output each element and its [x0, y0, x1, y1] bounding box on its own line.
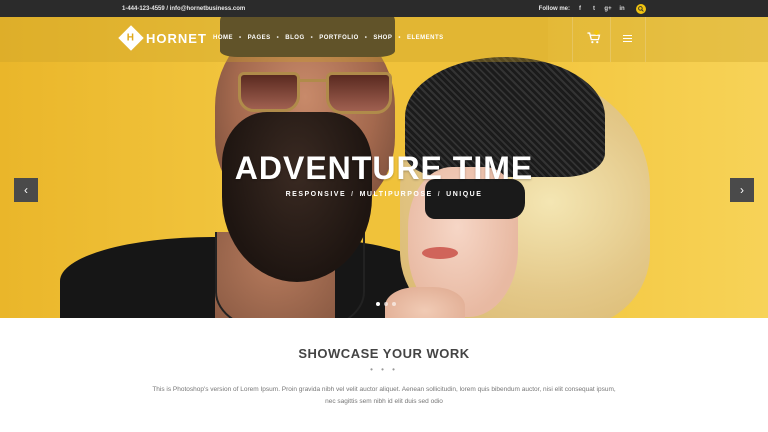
page: 1-444-123-4559 / info@hornetbusiness.com… [0, 0, 768, 432]
nav-item-blog[interactable]: BLOG [285, 35, 304, 41]
follow-label: Follow me: [538, 5, 570, 12]
nav-item-home[interactable]: HOME [213, 35, 233, 41]
social-bar: Follow me: f t g+ in [538, 3, 646, 14]
nav-menu: HOME • PAGES • BLOG • PORTFOLIO • SHOP •… [213, 35, 444, 41]
contact-info: 1-444-123-4559 / info@hornetbusiness.com [122, 5, 246, 12]
twitter-icon[interactable]: t [590, 5, 598, 13]
section-divider: • • • [370, 365, 398, 374]
cart-badge [594, 30, 599, 35]
hero-title: ADVENTURE TIME [234, 150, 534, 186]
hero-subtitle: RESPONSIVE / MULTIPURPOSE / UNIQUE [285, 191, 483, 198]
search-button[interactable] [636, 3, 646, 14]
nav-item-shop[interactable]: SHOP [373, 35, 392, 41]
search-icon [638, 5, 644, 12]
google-plus-icon[interactable]: g+ [604, 5, 612, 13]
main-navbar: H HORNET HOME • PAGES • BLOG • PORTFOLIO… [0, 17, 768, 62]
logo-mark-icon: H [118, 25, 144, 51]
logo[interactable]: H HORNET [118, 25, 207, 51]
logo-text: HORNET [146, 30, 207, 46]
slider-pagination [376, 302, 396, 306]
slider-dot[interactable] [392, 302, 396, 306]
section-title: SHOWCASE YOUR WORK [298, 346, 470, 361]
slider-dot[interactable] [376, 302, 380, 306]
slider-next-button[interactable]: › [730, 178, 754, 202]
hero-slider: ADVENTURE TIME RESPONSIVE / MULTIPURPOSE / U… [0, 17, 768, 318]
chevron-left-icon: ‹ [24, 183, 28, 197]
section-text: This is Photoshop's version of Lorem Ips… [152, 386, 616, 405]
chevron-right-icon: › [740, 183, 744, 197]
top-bar: 1-444-123-4559 / info@hornetbusiness.com… [0, 0, 768, 17]
slider-dot[interactable] [384, 302, 388, 306]
nav-item-pages[interactable]: PAGES [248, 35, 271, 41]
linkedin-icon[interactable]: in [618, 5, 626, 13]
slider-prev-button[interactable]: ‹ [14, 178, 38, 202]
showcase-section: SHOWCASE YOUR WORK • • • This is Photosh… [0, 318, 768, 432]
facebook-icon[interactable]: f [576, 5, 584, 13]
nav-item-elements[interactable]: ELEMENTS [407, 35, 444, 41]
menu-icon[interactable] [623, 35, 632, 42]
nav-item-portfolio[interactable]: PORTFOLIO [319, 35, 359, 41]
